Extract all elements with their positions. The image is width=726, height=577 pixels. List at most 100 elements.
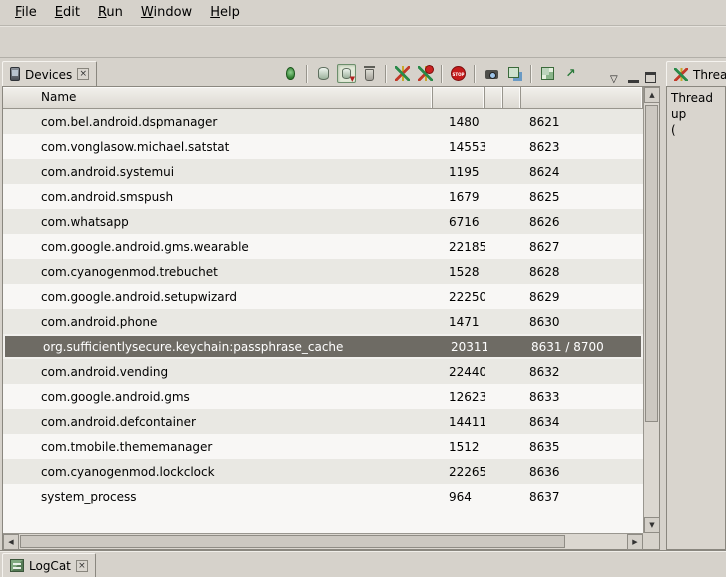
cell-name: com.vonglasow.michael.satstat	[3, 140, 433, 154]
cell-name: com.google.android.gms	[3, 390, 433, 404]
tab-logcat[interactable]: LogCat	[2, 553, 96, 577]
stop-process-icon[interactable]	[449, 64, 468, 83]
cell-pid: 1528	[433, 265, 485, 279]
cell-name: com.android.phone	[3, 315, 433, 329]
cell-pid: 14411	[433, 415, 485, 429]
device-icon	[10, 67, 20, 81]
minimize-icon[interactable]	[628, 72, 639, 83]
logcat-icon	[10, 559, 24, 572]
process-table-body: com.bel.android.dspmanager14808621com.vo…	[3, 109, 643, 533]
menu-edit[interactable]: Edit	[46, 2, 89, 23]
cell-pid: 12623	[433, 390, 485, 404]
main-toolbar	[0, 26, 726, 58]
process-row[interactable]: com.android.smspush1679 8625	[3, 184, 643, 209]
cell-port: 8627	[521, 240, 643, 254]
process-row[interactable]: com.cyanogenmod.trebuchet15288628	[3, 259, 643, 284]
cell-pid: 964	[433, 490, 485, 504]
column-header-blank-4[interactable]	[521, 87, 643, 108]
tab-devices[interactable]: Devices	[2, 61, 97, 86]
process-row[interactable]: com.android.vending224408632	[3, 359, 643, 384]
column-header-name[interactable]: Name	[3, 87, 433, 108]
cell-pid: 6716	[433, 215, 485, 229]
debug-process-icon[interactable]	[281, 64, 300, 83]
threads-message-line2: (	[671, 122, 721, 138]
cell-pid: 1471	[433, 315, 485, 329]
view-hierarchy-icon[interactable]	[505, 64, 524, 83]
menu-help[interactable]: Help	[201, 2, 249, 23]
process-row[interactable]: org.sufficientlysecure.keychain:passphra…	[3, 334, 643, 359]
cell-name: com.android.smspush	[3, 190, 433, 204]
horizontal-scrollbar[interactable]: ◀ ▶	[3, 533, 643, 549]
toolbar-separator	[530, 65, 532, 83]
cell-pid: 20311	[435, 340, 487, 354]
cell-port: 8625	[521, 190, 643, 204]
cell-port: 8632	[521, 365, 643, 379]
process-row[interactable]: com.google.android.setupwizard222508629	[3, 284, 643, 309]
cell-port: 8634	[521, 415, 643, 429]
threads-panel-body: Thread up (	[666, 86, 726, 550]
process-row[interactable]: com.whatsapp67168626	[3, 209, 643, 234]
horizontal-scroll-thumb[interactable]	[20, 535, 565, 548]
cell-name: com.whatsapp	[3, 215, 433, 229]
screen-capture-icon[interactable]	[482, 64, 501, 83]
vertical-scrollbar[interactable]: ▲ ▼	[643, 87, 659, 533]
cell-port: 8621	[521, 115, 643, 129]
process-row[interactable]: com.google.android.gms.wearable221858627	[3, 234, 643, 259]
threads-tab-label: Threa	[693, 67, 726, 82]
process-table: Name com.bel.android.dspmanager14808621c…	[3, 87, 659, 549]
menu-run[interactable]: Run	[89, 2, 132, 23]
cause-gc-icon[interactable]	[360, 64, 379, 83]
cell-name: com.bel.android.dspmanager	[3, 115, 433, 129]
view-menu-icon[interactable]	[610, 71, 622, 83]
cell-pid: 1679	[433, 190, 485, 204]
devices-toolbar	[279, 64, 582, 83]
threads-message-line1: Thread up	[671, 90, 721, 122]
process-row[interactable]: com.android.phone14718630	[3, 309, 643, 334]
process-row[interactable]: com.google.android.gms12623 8633	[3, 384, 643, 409]
scroll-left-button[interactable]: ◀	[3, 534, 19, 550]
maximize-icon[interactable]	[645, 72, 656, 83]
threads-panel: Threa Thread up (	[666, 58, 726, 550]
update-threads-icon[interactable]	[393, 64, 412, 83]
update-heap-icon[interactable]	[314, 64, 333, 83]
cell-name: system_process	[3, 490, 433, 504]
toolbar-separator	[441, 65, 443, 83]
cell-port: 8633	[521, 390, 643, 404]
devices-tab-close-icon[interactable]	[77, 68, 89, 80]
cell-port: 8628	[521, 265, 643, 279]
table-header: Name	[3, 87, 643, 109]
process-row[interactable]: com.tmobile.thememanager15128635	[3, 434, 643, 459]
cell-name: com.tmobile.thememanager	[3, 440, 433, 454]
cell-pid: 22265	[433, 465, 485, 479]
cell-pid: 22185	[433, 240, 485, 254]
dump-hprof-icon[interactable]	[337, 64, 356, 83]
process-row[interactable]: com.bel.android.dspmanager14808621	[3, 109, 643, 134]
cell-port: 8623	[521, 140, 643, 154]
system-info-icon[interactable]	[561, 64, 580, 83]
scroll-right-button[interactable]: ▶	[627, 534, 643, 550]
method-profiling-icon[interactable]	[416, 64, 435, 83]
cell-pid: 22250	[433, 290, 485, 304]
vertical-scroll-thumb[interactable]	[645, 105, 658, 422]
process-row[interactable]: system_process9648637	[3, 484, 643, 509]
process-row[interactable]: com.cyanogenmod.lockclock222658636	[3, 459, 643, 484]
cell-pid: 1195	[433, 165, 485, 179]
process-row[interactable]: com.android.systemui11958624	[3, 159, 643, 184]
column-header-blank-2[interactable]	[485, 87, 503, 108]
column-header-blank-3[interactable]	[503, 87, 521, 108]
menu-window[interactable]: Window	[132, 2, 201, 23]
scroll-up-button[interactable]: ▲	[644, 87, 660, 103]
process-row[interactable]: com.android.defcontainer144118634	[3, 409, 643, 434]
menubar: File Edit Run Window Help	[0, 0, 726, 26]
menu-file[interactable]: File	[6, 2, 46, 23]
logcat-tab-label: LogCat	[29, 558, 71, 573]
threads-icon	[674, 68, 688, 81]
devices-panel: Devices Name com.bel.android.dspmanager1…	[2, 58, 660, 550]
cell-port: 8636	[521, 465, 643, 479]
logcat-tab-close-icon[interactable]	[76, 560, 88, 572]
column-header-blank-1[interactable]	[433, 87, 485, 108]
scroll-down-button[interactable]: ▼	[644, 517, 660, 533]
layout-inspector-icon[interactable]	[538, 64, 557, 83]
tab-threads[interactable]: Threa	[666, 61, 726, 86]
process-row[interactable]: com.vonglasow.michael.satstat145538623	[3, 134, 643, 159]
